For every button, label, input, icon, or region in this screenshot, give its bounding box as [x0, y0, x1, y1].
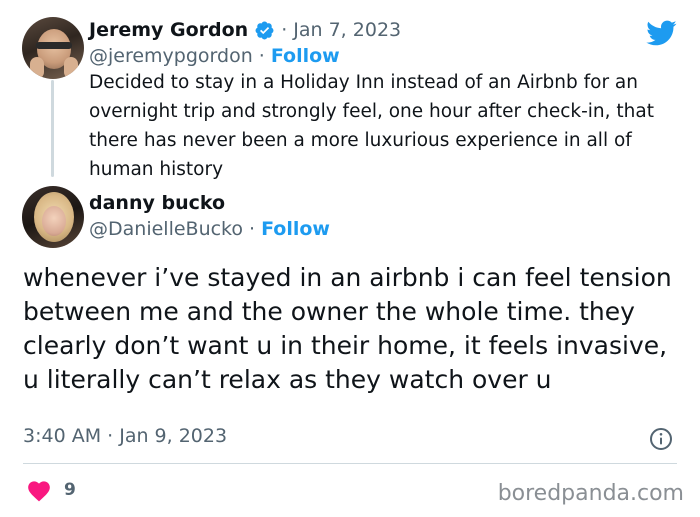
reply-handle-line: @DanielleBucko · Follow [89, 216, 330, 242]
like-count: 9 [64, 480, 76, 500]
reply-handle-separator: · [249, 218, 256, 240]
parent-avatar[interactable] [22, 17, 84, 79]
twitter-bird-icon[interactable] [645, 17, 677, 49]
heart-icon[interactable] [26, 478, 52, 502]
parent-handle-line: @jeremypgordon · Follow [89, 43, 340, 69]
parent-tweet-text: Decided to stay in a Holiday Inn instead… [89, 72, 654, 180]
watermark: boredpanda.com [497, 481, 684, 506]
parent-header-line: Jeremy Gordon · Jan 7, 2023 [89, 17, 401, 43]
reply-header-line: danny bucko [89, 190, 225, 216]
reply-avatar[interactable] [22, 186, 84, 248]
parent-date[interactable]: Jan 7, 2023 [293, 19, 401, 41]
info-icon[interactable] [649, 427, 673, 451]
parent-handle[interactable]: @jeremypgordon [89, 45, 253, 67]
parent-follow-button[interactable]: Follow [271, 45, 340, 67]
reply-handle[interactable]: @DanielleBucko [89, 218, 243, 240]
reply-author-name[interactable]: danny bucko [89, 192, 225, 214]
verified-badge-icon [254, 20, 275, 41]
parent-author-name[interactable]: Jeremy Gordon [89, 19, 248, 41]
parent-handle-separator: · [258, 45, 265, 67]
reply-timestamp[interactable]: 3:40 AM · Jan 9, 2023 [23, 425, 227, 447]
reply-tweet-text: whenever i’ve stayed in an airbnb i can … [23, 263, 672, 394]
reply-follow-button[interactable]: Follow [261, 218, 330, 240]
parent-separator: · [281, 19, 288, 41]
like-group[interactable]: 9 [26, 478, 76, 502]
thread-connector-line [51, 80, 54, 177]
tweet-divider [23, 463, 677, 464]
